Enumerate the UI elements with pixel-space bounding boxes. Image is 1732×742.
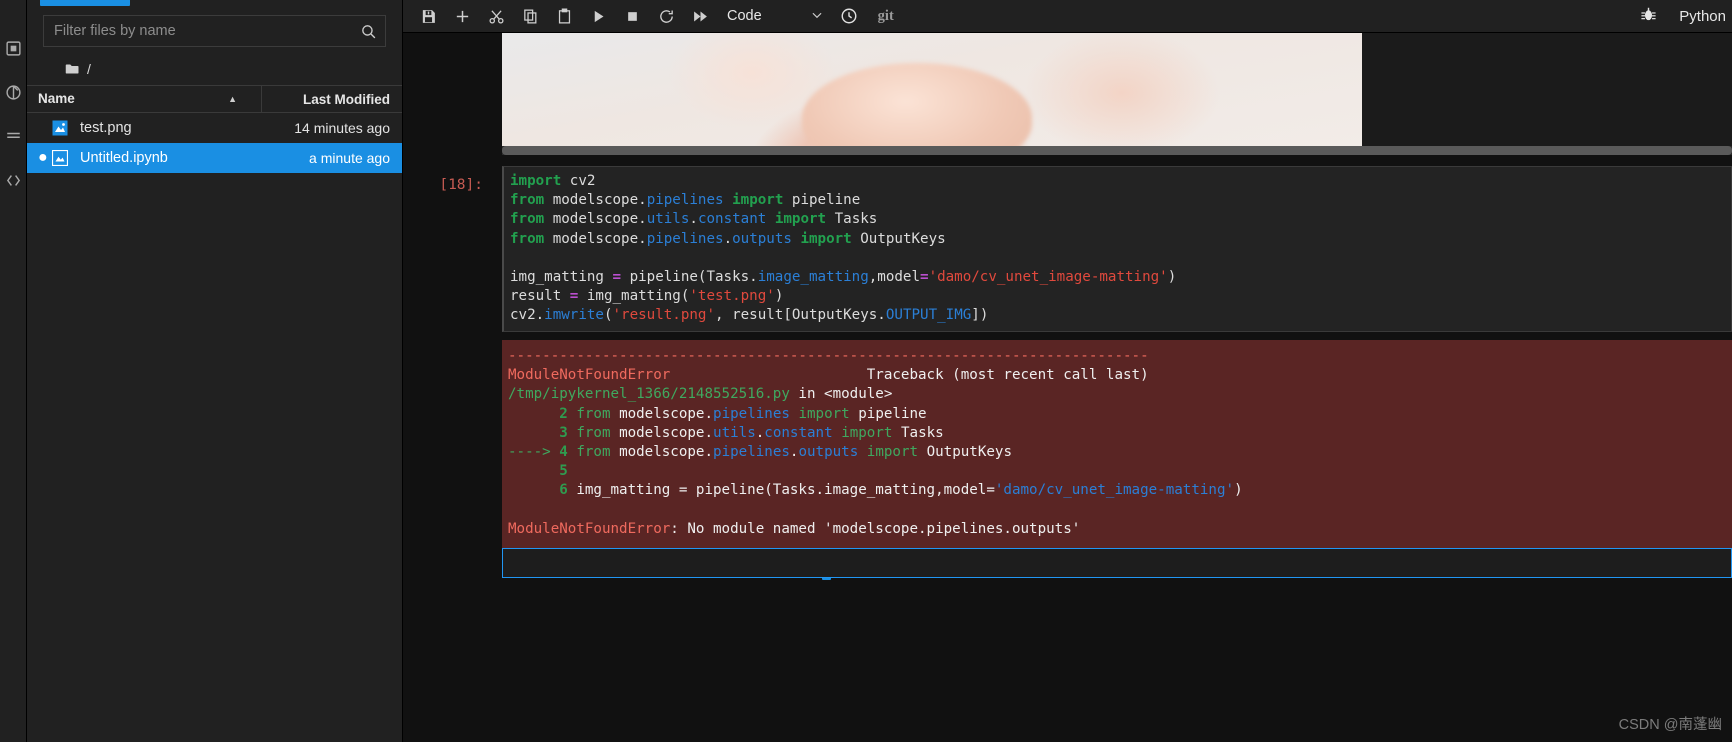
code-cell-source[interactable]: import cv2 from modelscope.pipelines imp… (510, 172, 1731, 326)
code-cell-editor[interactable]: import cv2 from modelscope.pipelines imp… (502, 166, 1732, 332)
clipboard-icon[interactable] (549, 2, 579, 30)
image-output (502, 33, 1732, 155)
toolbar-right-group: Python (1640, 6, 1732, 27)
matting-result-image (502, 33, 1362, 155)
activity-bar (0, 0, 27, 742)
folder-icon[interactable] (0, 26, 27, 70)
file-browser-active-tab[interactable] (40, 0, 130, 6)
chevron-down-icon[interactable] (810, 8, 824, 25)
cell-type-select[interactable]: Code (727, 8, 824, 25)
bug-icon[interactable] (1640, 6, 1657, 27)
run-button[interactable] (583, 2, 613, 30)
file-list: test.png 14 minutes ago ● Untitled.ipynb… (27, 113, 402, 173)
cell-type-value: Code (727, 8, 762, 24)
search-icon[interactable] (360, 23, 385, 40)
commands-icon[interactable] (0, 114, 27, 158)
dirty-indicator: ● (38, 149, 48, 166)
file-modified: a minute ago (309, 150, 390, 166)
filter-wrapper (27, 7, 402, 57)
file-list-header: Name ▲ Last Modified (27, 85, 402, 113)
git-label[interactable]: git (878, 8, 894, 25)
file-name: Untitled.ipynb (80, 150, 168, 166)
clock-icon[interactable] (840, 7, 858, 25)
notebook-file-icon (52, 150, 74, 166)
scissors-icon[interactable] (481, 2, 511, 30)
folder-icon (65, 63, 80, 75)
image-file-icon (52, 120, 74, 136)
filter-files-field[interactable] (43, 15, 386, 47)
kernel-name-label[interactable]: Python (1679, 8, 1726, 25)
notebook-scroll-region[interactable]: [18]: import cv2 from modelscope.pipelin… (403, 33, 1732, 742)
column-header-name-label: Name (38, 91, 75, 106)
scrollbar-thumb[interactable] (502, 146, 1732, 155)
save-button[interactable] (413, 2, 443, 30)
jupyterlab-window: / Name ▲ Last Modified test.png 14 minut… (0, 0, 1732, 742)
file-browser-tabstrip (27, 0, 402, 7)
file-list-item-test-png[interactable]: test.png 14 minutes ago (27, 113, 402, 143)
output-horizontal-scrollbar[interactable] (502, 146, 1732, 155)
extension-manager-icon[interactable] (0, 158, 27, 202)
empty-cell-source[interactable] (503, 549, 1731, 557)
watermark: CSDN @南蓬幽 (1618, 717, 1722, 733)
breadcrumb[interactable]: / (27, 57, 402, 85)
error-traceback: ----------------------------------------… (508, 348, 1243, 537)
column-header-name[interactable]: Name ▲ (38, 86, 262, 112)
notebook-area: Code git Python [18]: import cv2 from mo… (403, 0, 1732, 742)
stop-button[interactable] (617, 2, 647, 30)
sort-ascending-icon: ▲ (228, 94, 237, 104)
file-list-item-untitled-ipynb[interactable]: ● Untitled.ipynb a minute ago (27, 143, 402, 173)
file-modified: 14 minutes ago (294, 120, 390, 136)
column-header-last-modified[interactable]: Last Modified (262, 92, 402, 107)
insert-cell-button[interactable] (447, 2, 477, 30)
breadcrumb-path[interactable]: / (87, 61, 91, 77)
filter-files-input[interactable] (44, 23, 360, 39)
file-name: test.png (80, 120, 132, 136)
cell-prompt-in: [18]: (439, 177, 483, 193)
running-terminals-icon[interactable] (0, 70, 27, 114)
empty-code-cell-input[interactable] (502, 548, 1732, 578)
error-output: ----------------------------------------… (502, 340, 1732, 550)
file-browser-panel: / Name ▲ Last Modified test.png 14 minut… (27, 0, 403, 742)
copy-icon[interactable] (515, 2, 545, 30)
restart-run-all-button[interactable] (685, 2, 715, 30)
restart-kernel-button[interactable] (651, 2, 681, 30)
notebook-toolbar: Code git Python (403, 0, 1732, 33)
